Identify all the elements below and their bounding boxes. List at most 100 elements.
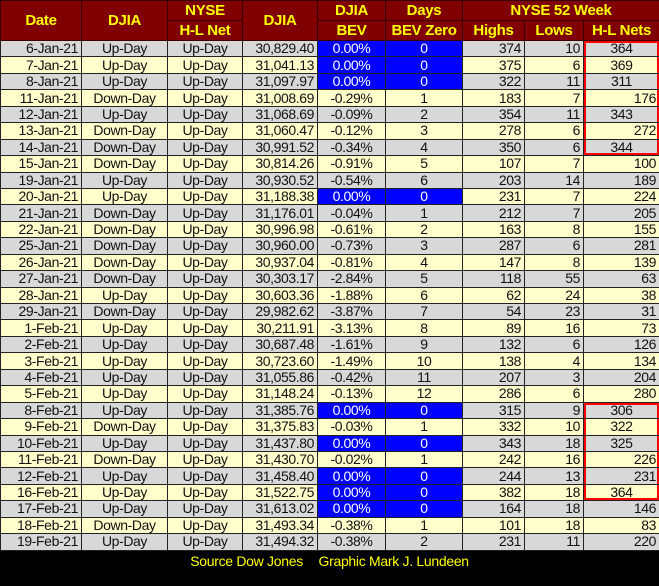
djia-close-cell: 30,603.36 [242, 286, 318, 305]
date-cell: 21-Jan-21 [0, 204, 82, 222]
header-days-top: Days [385, 0, 463, 21]
date-cell: 28-Jan-21 [0, 286, 82, 305]
days-bev-zero-cell: 11 [385, 368, 463, 387]
table-row: 13-Jan-21 Down-Day Up-Day 31,060.47 -0.12% 3 2… [0, 122, 659, 140]
djia-bev-cell: 0.00% [317, 187, 386, 206]
table-row: 1-Feb-21 Up-Day Up-Day 30,211.91 -3.13% 8 89 16… [0, 319, 659, 337]
days-bev-zero-cell: 0 [385, 483, 463, 502]
djia-direction-cell: Up-Day [81, 105, 168, 124]
date-cell: 10-Feb-21 [0, 434, 82, 452]
nyse-hl-direction-cell: Up-Day [167, 171, 243, 189]
nyse-lows-cell: 11 [524, 72, 584, 91]
nyse-lows-cell: 55 [524, 270, 584, 288]
nyse-hl-nets-cell: 364 [583, 483, 659, 502]
graphic-credit: Graphic Mark J. Lundeen [318, 552, 470, 569]
nyse-lows-cell: 10 [524, 39, 584, 58]
table-row: 19-Jan-21 Up-Day Up-Day 30,930.52 -0.54% 6 203… [0, 171, 659, 189]
djia-close-cell: 30,687.48 [242, 335, 318, 354]
djia-close-cell: 31,176.01 [242, 204, 318, 222]
nyse-lows-cell: 18 [524, 516, 584, 535]
header-djia-bev-top: DJIA [317, 0, 386, 21]
nyse-lows-cell: 7 [524, 155, 584, 173]
days-bev-zero-cell: 0 [385, 72, 463, 91]
nyse-highs-cell: 207 [462, 368, 525, 387]
table-row: 21-Jan-21 Down-Day Up-Day 31,176.01 -0.04% 1 2… [0, 204, 659, 222]
date-cell: 16-Feb-21 [0, 483, 82, 502]
nyse-highs-cell: 138 [462, 352, 525, 370]
djia-close-cell: 29,982.62 [242, 302, 318, 321]
days-bev-zero-cell: 5 [385, 155, 463, 173]
date-cell: 19-Feb-21 [0, 533, 82, 551]
djia-bev-cell: 0.00% [317, 56, 386, 74]
nyse-hl-direction-cell: Up-Day [167, 204, 243, 222]
date-cell: 5-Feb-21 [0, 385, 82, 403]
nyse-highs-cell: 183 [462, 89, 525, 107]
nyse-lows-cell: 18 [524, 483, 584, 502]
djia-bev-cell: -0.81% [317, 253, 386, 272]
djia-direction-cell: Down-Day [81, 270, 168, 288]
nyse-hl-direction-cell: Up-Day [167, 335, 243, 354]
nyse-hl-nets-cell: 38 [583, 286, 659, 305]
table-row: 27-Jan-21 Down-Day Up-Day 30,303.17 -2.84% 5 1… [0, 270, 659, 288]
djia-close-cell: 31,148.24 [242, 385, 318, 403]
nyse-hl-nets-cell: 272 [583, 122, 659, 140]
table-row: 29-Jan-21 Down-Day Up-Day 29,982.62 -3.87% 7 5… [0, 302, 659, 321]
days-bev-zero-cell: 0 [385, 401, 463, 420]
nyse-lows-cell: 23 [524, 302, 584, 321]
nyse-lows-cell: 24 [524, 286, 584, 305]
date-cell: 11-Feb-21 [0, 450, 82, 469]
nyse-hl-direction-cell: Up-Day [167, 385, 243, 403]
nyse-hl-direction-cell: Up-Day [167, 483, 243, 502]
nyse-hl-nets-cell: 73 [583, 319, 659, 337]
header-lows: Lows [524, 20, 584, 41]
djia-bev-cell: -0.12% [317, 122, 386, 140]
header-nyse: NYSE [167, 0, 243, 21]
date-cell: 4-Feb-21 [0, 368, 82, 387]
nyse-hl-nets-cell: 100 [583, 155, 659, 173]
nyse-hl-direction-cell: Up-Day [167, 319, 243, 337]
djia-bev-cell: -0.42% [317, 368, 386, 387]
table-row: 8-Feb-21 Up-Day Up-Day 31,385.76 0.00% 0 315 9 3… [0, 401, 659, 420]
days-bev-zero-cell: 6 [385, 286, 463, 305]
nyse-highs-cell: 89 [462, 319, 525, 337]
djia-direction-cell: Down-Day [81, 253, 168, 272]
date-cell: 29-Jan-21 [0, 302, 82, 321]
nyse-hl-nets-cell: 205 [583, 204, 659, 222]
djia-close-cell: 30,829.40 [242, 39, 318, 58]
nyse-hl-direction-cell: Up-Day [167, 467, 243, 485]
nyse-hl-nets-cell: 126 [583, 335, 659, 354]
nyse-hl-direction-cell: Up-Day [167, 155, 243, 173]
table-row: 9-Feb-21 Down-Day Up-Day 31,375.83 -0.03% 1 33… [0, 418, 659, 436]
days-bev-zero-cell: 6 [385, 171, 463, 189]
table-row: 16-Feb-21 Up-Day Up-Day 31,522.75 0.00% 0 382 1… [0, 483, 659, 502]
nyse-lows-cell: 6 [524, 56, 584, 74]
djia-bev-cell: -1.49% [317, 352, 386, 370]
djia-direction-cell: Up-Day [81, 434, 168, 452]
nyse-hl-direction-cell: Up-Day [167, 72, 243, 91]
djia-bev-cell: -3.13% [317, 319, 386, 337]
date-cell: 18-Feb-21 [0, 516, 82, 535]
footer: Source Dow Jones Graphic Mark J. Lundeen [0, 550, 659, 571]
nyse-hl-nets-cell: 343 [583, 105, 659, 124]
nyse-hl-direction-cell: Up-Day [167, 237, 243, 255]
days-bev-zero-cell: 7 [385, 302, 463, 321]
djia-close-cell: 30,211.91 [242, 319, 318, 337]
djia-close-cell: 31,437.80 [242, 434, 318, 452]
date-cell: 8-Jan-21 [0, 72, 82, 91]
nyse-hl-direction-cell: Up-Day [167, 220, 243, 239]
table-row: 28-Jan-21 Up-Day Up-Day 30,603.36 -1.88% 6 62 2… [0, 286, 659, 305]
djia-bev-cell: -0.02% [317, 450, 386, 469]
nyse-highs-cell: 343 [462, 434, 525, 452]
djia-bev-cell: 0.00% [317, 500, 386, 518]
days-bev-zero-cell: 1 [385, 89, 463, 107]
nyse-hl-direction-cell: Up-Day [167, 434, 243, 452]
table-row: 4-Feb-21 Up-Day Up-Day 31,055.86 -0.42% 11 207… [0, 368, 659, 387]
djia-close-cell: 31,522.75 [242, 483, 318, 502]
nyse-highs-cell: 231 [462, 187, 525, 206]
nyse-hl-nets-cell: 83 [583, 516, 659, 535]
djia-bev-cell: -1.61% [317, 335, 386, 354]
nyse-highs-cell: 203 [462, 171, 525, 189]
nyse-hl-direction-cell: Up-Day [167, 270, 243, 288]
djia-bev-cell: -0.34% [317, 138, 386, 157]
days-bev-zero-cell: 10 [385, 352, 463, 370]
